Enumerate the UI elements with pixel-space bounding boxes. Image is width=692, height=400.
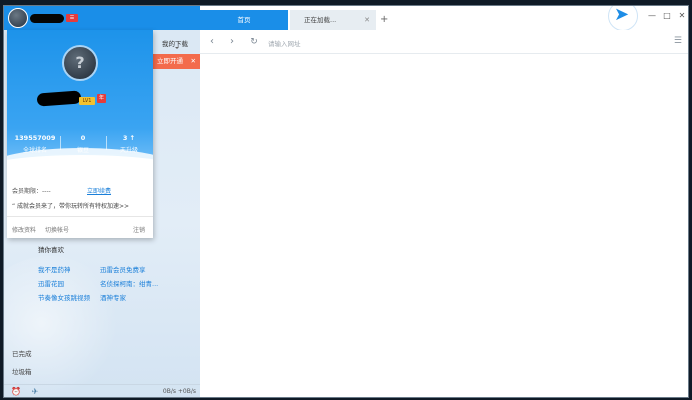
sidebar-item-completed[interactable]: 已完成 <box>12 348 32 358</box>
stat-label: 银豆 <box>76 147 89 154</box>
maximize-button[interactable]: □ <box>661 11 673 21</box>
stat-upgrade: 3 ↑ 天升级 <box>109 134 149 154</box>
minimize-button[interactable]: — <box>646 11 658 21</box>
stat-beans: 0 银豆 <box>63 134 103 154</box>
promo-link[interactable]: “ 成就会员来了，带你玩转所有特权加速>> <box>12 201 129 210</box>
year-vip-badge: 年 <box>97 94 106 103</box>
thunder-window: ☰ 我的下载 立即开通 ✕ 猜你喜欢 我不是药神 迅雷会员免费享 迅雷花园 名侦… <box>3 5 689 398</box>
menu-icon[interactable]: ☰ <box>674 36 682 46</box>
close-icon[interactable]: ✕ <box>191 54 196 69</box>
tab-loading[interactable]: 正在加载... ✕ <box>290 10 376 30</box>
close-button[interactable]: ✕ <box>676 11 688 21</box>
username-redacted <box>36 90 82 107</box>
bird-icon: ➤ <box>614 5 630 25</box>
stat-value: 139557009 <box>14 134 56 142</box>
avatar-large[interactable]: ? <box>62 45 98 81</box>
sidebar-topbar: ☰ <box>4 6 200 30</box>
address-input[interactable]: 请输入网址 <box>268 38 301 48</box>
open-vip-button[interactable]: 立即开通 ✕ <box>151 54 200 69</box>
guess-link[interactable]: 节奏像女孩跳视频 <box>38 292 90 302</box>
thunder-bird-logo: ➤ <box>608 5 638 31</box>
new-tab-button[interactable]: + <box>380 13 388 27</box>
back-icon[interactable]: ‹ <box>206 36 218 48</box>
tab-loading-label: 正在加载... <box>304 16 337 24</box>
edit-profile-link[interactable]: 修改资料 <box>12 225 36 234</box>
alarm-clock-icon[interactable]: ⏰ <box>11 387 21 397</box>
browser-navbar: ‹ › ↻ 请输入网址 ☰ <box>200 30 688 54</box>
username-redacted <box>30 14 64 23</box>
profile-popup: ? LV1 年 139557009 全球排名 0 银豆 3 ↑ 天升级 会员期限… <box>7 30 153 238</box>
tab-my-downloads[interactable]: 我的下载 <box>154 30 200 54</box>
divider <box>60 136 61 150</box>
profile-header: ? LV1 年 139557009 全球排名 0 银豆 3 ↑ 天升级 <box>7 30 153 170</box>
stat-label: 天升级 <box>119 147 138 154</box>
avatar[interactable] <box>8 8 28 28</box>
level-badge: LV1 <box>79 97 95 105</box>
open-vip-label: 立即开通 <box>157 57 183 65</box>
stat-label: 全球排名 <box>22 147 47 154</box>
close-tab-icon[interactable]: ✕ <box>364 10 370 30</box>
divider <box>7 216 153 217</box>
forward-icon[interactable]: › <box>226 36 238 48</box>
guess-link[interactable]: 迅雷会员免费享 <box>100 264 146 274</box>
avatar-placeholder-icon: ? <box>75 53 85 72</box>
logout-link[interactable]: 注销 <box>133 225 145 234</box>
renew-vip-link[interactable]: 立即续费 <box>87 186 111 195</box>
sidebar-bottom-bar: ⏰ ✈ 0B/s +0B/s <box>4 384 200 397</box>
refresh-icon[interactable]: ↻ <box>248 36 260 48</box>
switch-account-link[interactable]: 切换帐号 <box>45 225 69 234</box>
divider <box>106 136 107 150</box>
wave-decoration <box>7 155 153 170</box>
speed-readout: 0B/s +0B/s <box>162 388 196 395</box>
plane-icon[interactable]: ✈ <box>30 387 40 397</box>
sidebar-item-trash[interactable]: 垃圾箱 <box>12 366 32 376</box>
guess-link[interactable]: 名侦探柯南：绀青... <box>100 278 158 288</box>
vip-icon: ☰ <box>66 14 78 22</box>
guess-link[interactable]: 迅雷花园 <box>38 278 64 288</box>
vip-period: 会员期限：---- <box>12 188 51 195</box>
guess-link[interactable]: 我不是药神 <box>38 264 71 274</box>
stat-value: 0 <box>80 134 86 142</box>
stat-rank: 139557009 全球排名 <box>13 134 57 154</box>
browser-tabstrip: 首页 正在加载... ✕ + ➤ — □ ✕ <box>200 5 688 31</box>
stat-value: 3 ↑ <box>122 134 136 142</box>
guess-link[interactable]: 酒神专家 <box>100 292 126 302</box>
chevron-down-icon <box>175 47 179 49</box>
guess-you-like-title: 猜你喜欢 <box>38 246 64 254</box>
tab-home[interactable]: 首页 <box>200 10 288 30</box>
